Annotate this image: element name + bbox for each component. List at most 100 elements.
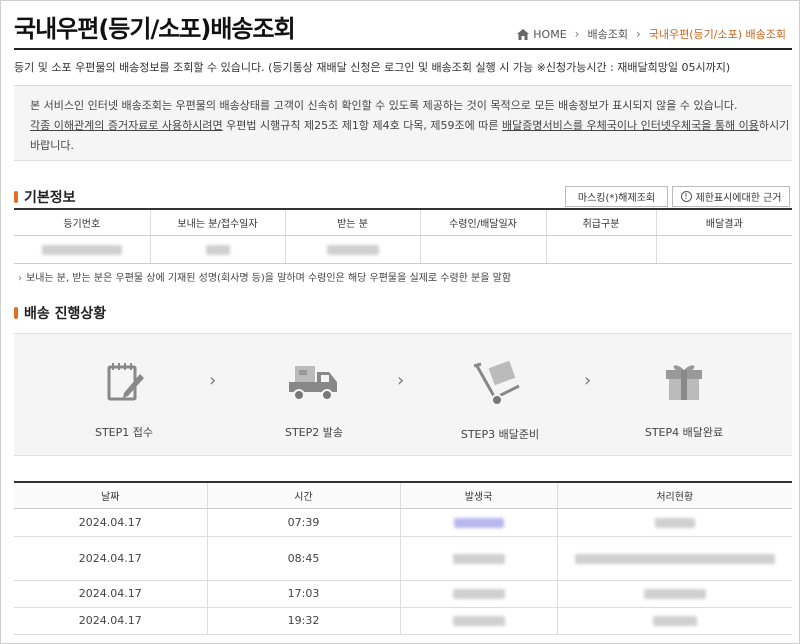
- tracking-history-table: 날짜 시간 발생국 처리현황 2024.04.17 07:39 2024.04.…: [14, 481, 792, 635]
- redacted-value: [652, 616, 697, 626]
- redacted-value: [452, 589, 505, 599]
- status-cell: [556, 536, 792, 581]
- table-row: 2024.04.17 07:39: [14, 508, 792, 537]
- redacted-value: [452, 553, 505, 564]
- gift-box-icon: [666, 365, 702, 400]
- header-divider: [14, 48, 792, 50]
- section-marker-icon: [14, 191, 18, 203]
- home-icon: [517, 28, 530, 40]
- masking-release-button[interactable]: 마스킹(*)해제조회: [565, 186, 668, 207]
- masking-release-label: 마스킹(*)해제조회: [577, 193, 656, 204]
- breadcrumb-tracking[interactable]: 배송조회: [587, 26, 627, 42]
- section-marker-icon: [14, 307, 18, 319]
- basic-info-row: [14, 235, 792, 264]
- basic-info-title: 기본정보: [24, 190, 76, 206]
- receiver-date-cell: [419, 235, 546, 264]
- breadcrumb-current[interactable]: 국내우편(등기/소포) 배송조회: [649, 26, 786, 42]
- table-row: 2024.04.17 19:32: [14, 607, 792, 635]
- notice-line-1: 본 서비스인 인터넷 배송조회는 우편물의 배송상태를 고객이 신속히 확인할 …: [30, 99, 738, 112]
- status-cell: [556, 508, 792, 537]
- col-delivery-result: 배달결과: [655, 209, 792, 236]
- step-1: STEP1 접수: [64, 334, 184, 440]
- col-status: 처리현황: [556, 482, 792, 509]
- col-tracking-number: 등기번호: [14, 209, 150, 236]
- progress-title: 배송 진행상황: [24, 306, 107, 322]
- step-4-label: STEP4 배달완료: [644, 426, 724, 439]
- truck-icon: [289, 366, 337, 401]
- note-arrow-icon: ›: [18, 273, 22, 284]
- redacted-value: [41, 244, 122, 255]
- basic-info-heading: 기본정보: [14, 187, 76, 207]
- step-2: STEP2 발송: [254, 334, 374, 440]
- step-2-label: STEP2 발송: [284, 426, 344, 439]
- chevron-right-icon: ›: [584, 370, 592, 391]
- redacted-office-link[interactable]: [453, 517, 504, 528]
- chevron-right-icon: ›: [397, 370, 405, 391]
- delivery-proof-link[interactable]: 배달증명서비스를 우체국이나 인터넷우체국을 통해 이용: [502, 119, 759, 132]
- chevron-right-icon: ›: [209, 370, 217, 391]
- redacted-value: [574, 553, 775, 564]
- notice-line-2: 각종 이해관계의 증거자료로 사용하시려면 우편법 시행규칙 제25조 제1항 …: [30, 116, 789, 136]
- step-1-label: STEP1 접수: [94, 426, 154, 439]
- office-cell: [399, 580, 557, 608]
- date-cell: 2024.04.17: [14, 536, 207, 581]
- time-cell: 17:03: [206, 580, 400, 608]
- col-sender: 보내는 분/접수일자: [149, 209, 285, 236]
- progress-steps-panel: STEP1 접수 › STEP2 발송 › STEP3 배달준비 › STEP4…: [14, 333, 792, 456]
- redacted-value: [643, 589, 706, 599]
- redacted-value: [452, 616, 505, 626]
- tracking-number-cell: [14, 235, 150, 264]
- chevron-right-icon: ›: [574, 27, 580, 41]
- office-cell: [399, 607, 557, 635]
- delivery-result-cell: [655, 235, 792, 264]
- date-cell: 2024.04.17: [14, 607, 207, 635]
- clipboard-icon: [107, 363, 144, 401]
- table-row: 2024.04.17 08:45: [14, 536, 792, 581]
- progress-heading: 배송 진행상황: [14, 303, 106, 323]
- col-date: 날짜: [14, 482, 207, 509]
- basic-info-table: 등기번호 보내는 분/접수일자 받는 분 수령인/배달일자 취급구분 배달결과: [14, 208, 792, 264]
- col-handling-type: 취급구분: [545, 209, 656, 236]
- col-receiver-date: 수령인/배달일자: [419, 209, 546, 236]
- time-cell: 07:39: [206, 508, 400, 537]
- notice-line-2-end: 하시기: [758, 119, 790, 132]
- col-recipient: 받는 분: [284, 209, 420, 236]
- redacted-value: [205, 244, 230, 255]
- step-4: STEP4 배달완료: [624, 334, 744, 440]
- page-description: 등기 및 소포 우편물의 배송정보를 조회할 수 있습니다. (등기통상 재배달…: [14, 61, 731, 74]
- recipient-cell: [284, 235, 420, 264]
- evidence-link[interactable]: 각종 이해관계의 증거자료로 사용하시려면: [30, 119, 223, 132]
- info-icon: !: [680, 191, 692, 202]
- redacted-value: [654, 517, 695, 528]
- history-header-row: 날짜 시간 발생국 처리현황: [14, 482, 792, 509]
- col-office: 발생국: [399, 482, 557, 509]
- basic-info-note: › 보내는 분, 받는 분은 우편물 상에 기재된 성명(회사명 등)을 말하며 …: [18, 269, 511, 284]
- time-cell: 08:45: [206, 536, 400, 581]
- sender-cell: [149, 235, 285, 264]
- restriction-basis-label: 제한표시에대한 근거: [695, 193, 782, 204]
- office-cell: [399, 536, 557, 581]
- page-title: 국내우편(등기/소포)배송조회: [14, 15, 296, 43]
- handling-type-cell: [545, 235, 656, 264]
- notice-box: 본 서비스인 인터넷 배송조회는 우편물의 배송상태를 고객이 신속히 확인할 …: [14, 85, 792, 161]
- hand-cart-icon: [473, 360, 520, 406]
- redacted-value: [326, 244, 379, 255]
- notice-line-2-mid: 우편법 시행규칙 제25조 제1항 제4호 다목, 제59조에 따른: [222, 119, 503, 132]
- breadcrumb-home[interactable]: HOME: [533, 28, 566, 41]
- step-3-label: STEP3 배달준비: [460, 428, 540, 441]
- chevron-right-icon: ›: [635, 27, 641, 41]
- office-cell: [399, 508, 557, 537]
- restriction-basis-button[interactable]: ! 제한표시에대한 근거: [672, 186, 790, 207]
- time-cell: 19:32: [206, 607, 400, 635]
- breadcrumb: HOME › 배송조회 › 국내우편(등기/소포) 배송조회: [517, 26, 786, 42]
- col-time: 시간: [206, 482, 400, 509]
- notice-line-3: 바랍니다.: [30, 139, 74, 152]
- basic-info-header-row: 등기번호 보내는 분/접수일자 받는 분 수령인/배달일자 취급구분 배달결과: [14, 209, 792, 236]
- status-cell: [556, 580, 792, 608]
- date-cell: 2024.04.17: [14, 580, 207, 608]
- status-cell: [556, 607, 792, 635]
- step-3: STEP3 배달준비: [440, 334, 560, 442]
- basic-info-note-text: 보내는 분, 받는 분은 우편물 상에 기재된 성명(회사명 등)을 말하며 수…: [26, 273, 512, 284]
- date-cell: 2024.04.17: [14, 508, 207, 537]
- table-row: 2024.04.17 17:03: [14, 580, 792, 608]
